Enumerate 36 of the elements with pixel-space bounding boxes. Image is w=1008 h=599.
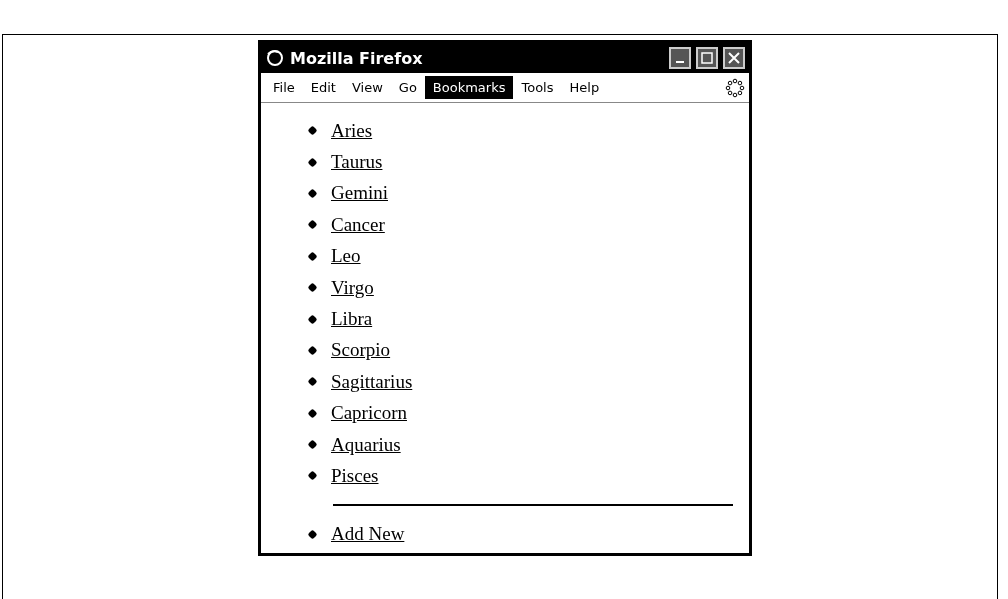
bookmark-link[interactable]: Leo xyxy=(331,245,361,268)
throbber-icon xyxy=(725,77,745,98)
bullet-icon xyxy=(307,376,318,387)
close-button[interactable] xyxy=(723,47,745,69)
bullet-icon xyxy=(307,439,318,450)
close-icon xyxy=(728,52,740,64)
menu-item[interactable]: Bookmarks xyxy=(424,76,514,99)
bookmark-link[interactable]: Cancer xyxy=(331,213,385,236)
maximize-icon xyxy=(701,52,713,64)
bookmark-link[interactable]: Libra xyxy=(331,308,373,331)
bookmark-link[interactable]: Gemini xyxy=(331,182,388,205)
browser-logo-icon xyxy=(265,49,285,67)
bookmark-link[interactable]: Pisces xyxy=(331,465,379,487)
bullet-icon xyxy=(307,251,318,262)
bookmark-link[interactable]: Capricorn xyxy=(331,402,407,425)
minimize-button[interactable] xyxy=(669,47,691,69)
maximize-button[interactable] xyxy=(696,47,718,69)
bookmark-link[interactable]: Add New xyxy=(331,523,405,546)
minimize-icon xyxy=(676,61,684,63)
bullet-icon xyxy=(307,157,318,168)
window-title: Mozilla Firefox xyxy=(290,48,424,68)
bookmark-link[interactable]: Aquarius xyxy=(331,433,401,456)
bullet-icon xyxy=(307,188,318,199)
bullet-icon xyxy=(307,408,318,419)
bookmark-link[interactable]: Scorpio xyxy=(331,339,391,362)
bullet-icon xyxy=(307,282,318,293)
bullet-icon xyxy=(307,345,318,356)
bookmark-link[interactable]: Virgo xyxy=(331,276,374,299)
bookmark-link[interactable]: Aries xyxy=(331,119,373,142)
bookmark-link[interactable]: Taurus xyxy=(331,151,383,174)
bullet-icon xyxy=(307,219,318,230)
bullet-icon xyxy=(307,529,318,540)
bookmark-link[interactable]: Sagittarius xyxy=(331,370,413,393)
bullet-icon xyxy=(307,471,318,481)
bullet-icon xyxy=(307,125,318,136)
bullet-icon xyxy=(307,314,318,324)
